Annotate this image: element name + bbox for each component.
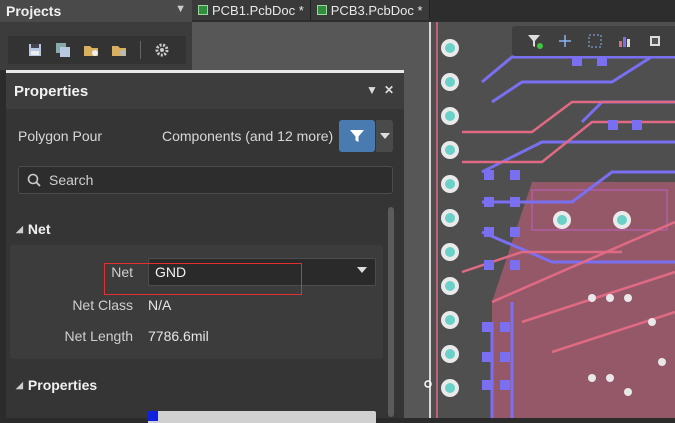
panel-scrollbar[interactable] <box>388 207 394 417</box>
properties-title: Properties <box>14 82 89 100</box>
save-all-icon[interactable] <box>56 43 70 57</box>
layer-color-swatch <box>148 411 158 421</box>
projects-title: Projects <box>0 0 192 22</box>
panel-menu-icon[interactable]: ▼ <box>366 83 378 97</box>
filter-dropdown-button[interactable] <box>376 120 393 152</box>
layer-field[interactable] <box>148 411 376 423</box>
net-length-label: Net Length <box>64 328 134 344</box>
filter-button[interactable] <box>339 120 375 152</box>
projects-panel: Projects ▼ <box>0 0 192 70</box>
properties-header: Properties ▼ ✕ <box>6 73 404 109</box>
search-input[interactable]: Search <box>18 166 393 194</box>
tab-pcb3[interactable]: PCB3.PcbDoc * <box>310 0 430 20</box>
net-section-title: Net <box>27 221 51 237</box>
gear-icon[interactable] <box>155 43 169 57</box>
component-icon[interactable] <box>646 32 664 50</box>
tab-pcb1[interactable]: PCB1.PcbDoc * <box>192 0 311 20</box>
chevron-down-icon <box>379 133 390 139</box>
collapse-triangle-icon: ◢ <box>16 223 23 234</box>
close-icon[interactable]: ✕ <box>384 83 394 97</box>
tab-label: PCB1.PcbDoc * <box>212 2 304 18</box>
search-icon <box>27 173 41 187</box>
properties-panel: Properties ▼ ✕ Polygon Pour Components (… <box>6 70 404 423</box>
pcb-doc-icon <box>198 5 208 15</box>
open-folder-icon[interactable] <box>84 43 98 57</box>
collapse-triangle-icon: ◢ <box>16 379 23 390</box>
funnel-icon <box>350 130 364 142</box>
net-class-label: Net Class <box>72 297 133 313</box>
add-icon[interactable] <box>556 32 574 50</box>
highlight-box <box>104 263 302 295</box>
properties-section-title: Properties <box>27 377 98 393</box>
document-tabbar: PCB1.PcbDoc * PCB3.PcbDoc * <box>192 0 675 22</box>
net-section-header[interactable]: ◢ Net <box>16 221 50 237</box>
save-icon[interactable] <box>28 43 42 57</box>
projects-toolbar <box>8 36 186 64</box>
chevron-down-icon <box>357 267 367 273</box>
object-type-label: Polygon Pour <box>18 128 103 144</box>
net-length-value: 7786.6mil <box>148 328 209 344</box>
filter-icon[interactable] <box>526 32 544 50</box>
pcb-doc-icon <box>316 5 327 15</box>
tab-label: PCB3.PcbDoc * <box>330 2 423 18</box>
projects-menu-icon[interactable]: ▼ <box>175 3 186 15</box>
chart-icon[interactable] <box>616 32 634 50</box>
net-class-value: N/A <box>148 297 172 313</box>
select-rect-icon[interactable] <box>586 32 604 50</box>
properties-section-header[interactable]: ◢ Properties <box>16 377 97 393</box>
close-folder-icon[interactable] <box>112 43 126 57</box>
filter-summary: Components (and 12 more) <box>162 128 334 144</box>
toolbar-divider <box>140 41 141 59</box>
canvas-toolbar <box>512 26 675 56</box>
search-placeholder: Search <box>49 172 94 188</box>
